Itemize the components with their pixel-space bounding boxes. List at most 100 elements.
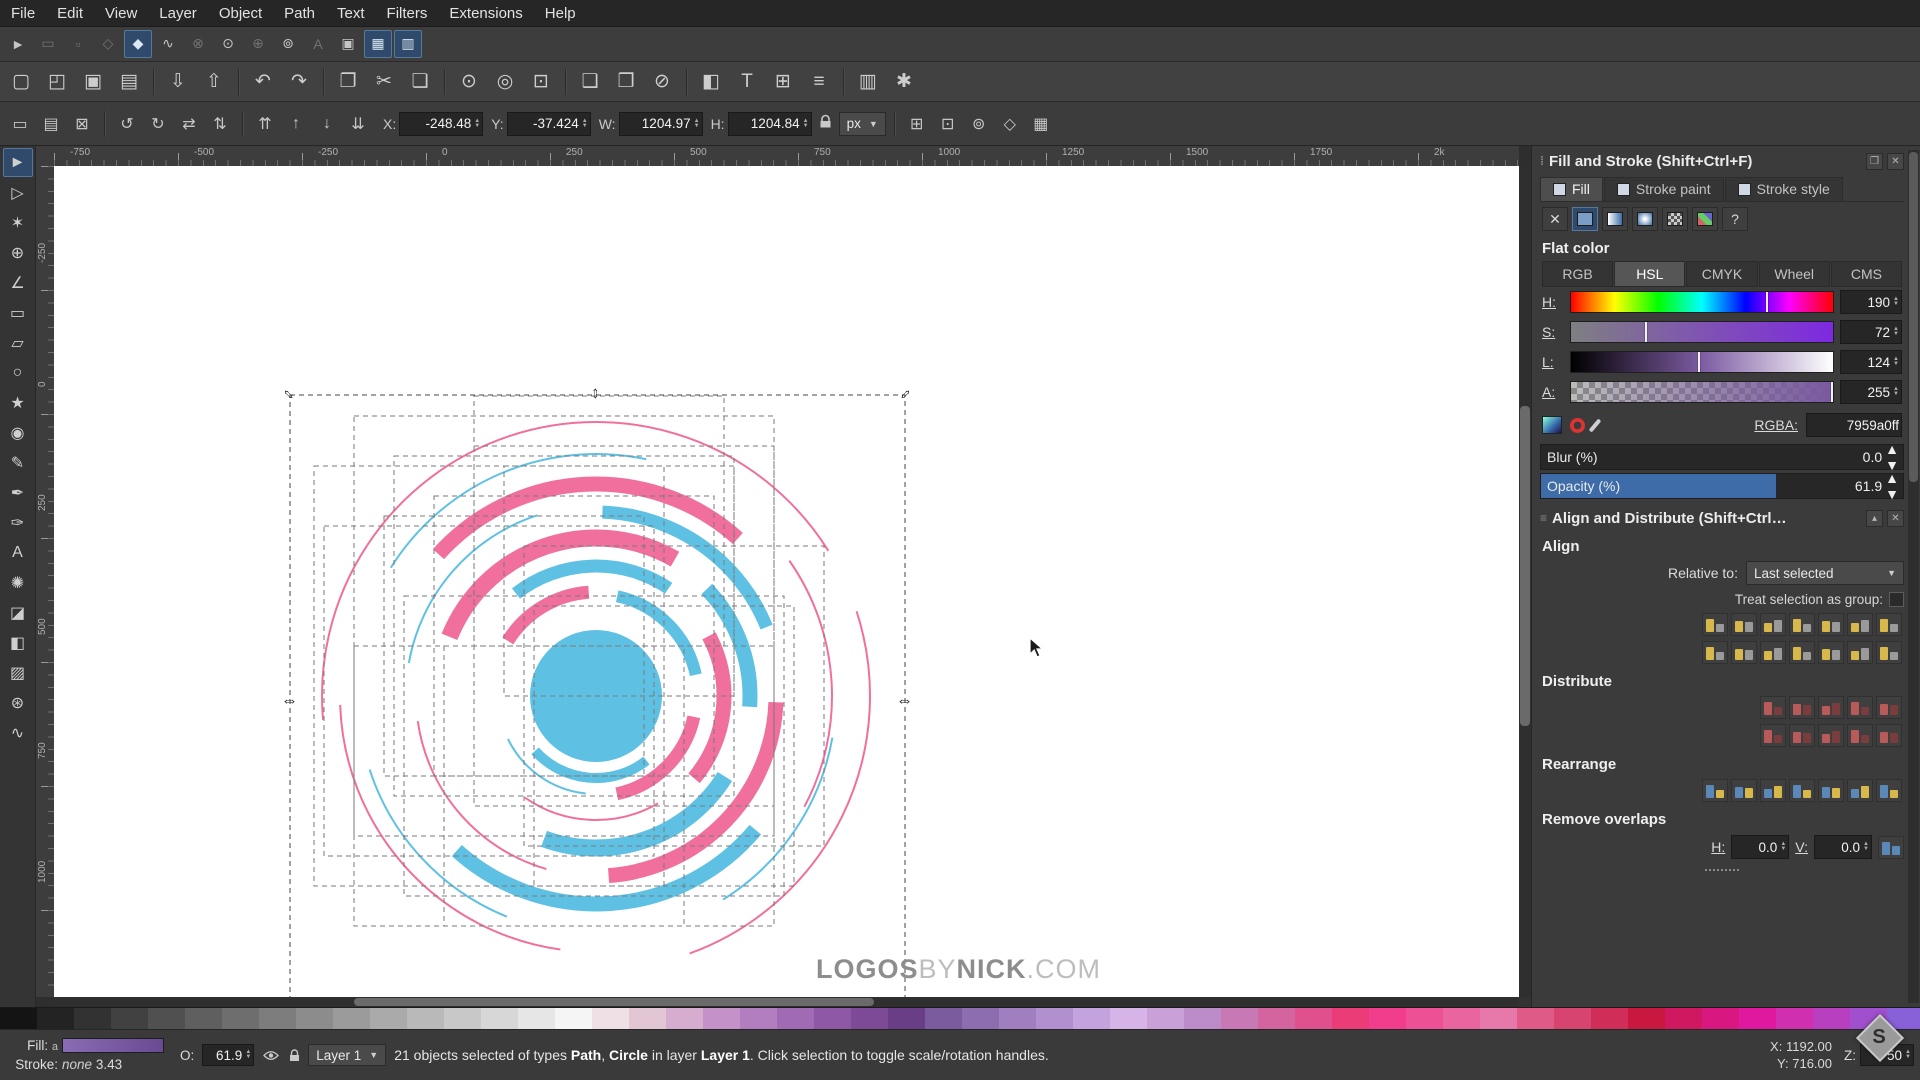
- align-text-left-button[interactable]: [1847, 612, 1873, 636]
- measure-tool[interactable]: ∠: [3, 268, 33, 297]
- spinner-icon[interactable]: ▲ ▼: [1885, 441, 1899, 473]
- palette-swatch[interactable]: [296, 1008, 333, 1030]
- paint-bucket-tool[interactable]: ◧: [3, 628, 33, 657]
- palette-swatch[interactable]: [1295, 1008, 1332, 1030]
- colorspace-tab-wheel[interactable]: Wheel: [1758, 261, 1830, 287]
- menu-object[interactable]: Object: [208, 0, 273, 26]
- remove-overlaps-icon-button[interactable]: [1876, 778, 1902, 802]
- layer-lock-icon[interactable]: [285, 1046, 303, 1064]
- fill-swatch[interactable]: [62, 1038, 164, 1053]
- paint-none-button[interactable]: ✕: [1542, 207, 1568, 231]
- align-left-edges-button[interactable]: [1731, 612, 1757, 636]
- palette-swatch[interactable]: [37, 1008, 74, 1030]
- rotate-cw-button[interactable]: ↻: [144, 110, 172, 138]
- palette-swatch[interactable]: [1480, 1008, 1517, 1030]
- randomize-centers-button[interactable]: [1818, 778, 1844, 802]
- raise-to-top-button[interactable]: ⇈: [251, 110, 279, 138]
- flip-horizontal-button[interactable]: ⇄: [175, 110, 203, 138]
- canvas[interactable]: ⇔ ⇔ ⇔ ⇔ ⇔ LOGOSBYNICK.COM: [54, 166, 1519, 997]
- snap-grid-icon[interactable]: ▦: [364, 29, 392, 58]
- y-field[interactable]: -37.424 ▲ ▼: [506, 111, 591, 136]
- vertical-ruler[interactable]: -250 0 250 500 750 1000: [36, 166, 55, 997]
- document-properties-button[interactable]: ▥: [851, 65, 885, 99]
- palette-swatch[interactable]: [0, 1008, 37, 1030]
- zoom-drawing-button[interactable]: ◎: [488, 65, 522, 99]
- palette-swatch[interactable]: [1406, 1008, 1443, 1030]
- menu-view[interactable]: View: [94, 0, 148, 26]
- palette-swatch[interactable]: [111, 1008, 148, 1030]
- distribute-bottom-edges-button[interactable]: [1818, 723, 1844, 747]
- palette-swatch[interactable]: [481, 1008, 518, 1030]
- palette-swatch[interactable]: [1258, 1008, 1295, 1030]
- colorspace-tab-cmyk[interactable]: CMYK: [1686, 261, 1758, 287]
- palette-swatch[interactable]: [222, 1008, 259, 1030]
- dropper-icon[interactable]: [1588, 417, 1602, 433]
- align-right-edges-button[interactable]: [1789, 612, 1815, 636]
- palette-swatch[interactable]: [74, 1008, 111, 1030]
- palette-swatch[interactable]: [1332, 1008, 1369, 1030]
- dock-collapse-button[interactable]: ▴: [1866, 509, 1883, 527]
- palette-swatch[interactable]: [1665, 1008, 1702, 1030]
- palette-swatch[interactable]: [777, 1008, 814, 1030]
- palette-swatch[interactable]: [925, 1008, 962, 1030]
- distribute-horizontal-gaps-button[interactable]: [1847, 695, 1873, 719]
- horizontal-ruler[interactable]: -750 -500 -250 0 250 500 750 1000 1250 1500 1750 2k: [54, 146, 1519, 167]
- selection-scale-handle[interactable]: ⇔: [896, 692, 913, 709]
- snap-text-baseline-icon[interactable]: A: [304, 30, 332, 58]
- exchange-in-stacking-order-button[interactable]: [1760, 778, 1786, 802]
- panel-scrollbar[interactable]: [1908, 150, 1919, 1003]
- preferences-button[interactable]: ✱: [887, 65, 921, 99]
- flip-vertical-button[interactable]: ⇅: [206, 110, 234, 138]
- palette-swatch[interactable]: [1184, 1008, 1221, 1030]
- snap-bbox-icon[interactable]: ▭: [34, 30, 62, 58]
- palette-swatch[interactable]: [1036, 1008, 1073, 1030]
- palette-swatch[interactable]: [592, 1008, 629, 1030]
- eraser-tool[interactable]: ◪: [3, 598, 33, 627]
- paint-unknown-button[interactable]: ?: [1722, 207, 1748, 231]
- snap-path-icon[interactable]: ∿: [154, 30, 182, 58]
- palette-swatch[interactable]: [999, 1008, 1036, 1030]
- save-button[interactable]: ▣: [76, 65, 110, 99]
- layer-visibility-icon[interactable]: [262, 1046, 280, 1064]
- distribute-left-edges-button[interactable]: [1760, 695, 1786, 719]
- paint-pattern-button[interactable]: [1662, 207, 1688, 231]
- palette-swatch[interactable]: [185, 1008, 222, 1030]
- snap-page-border-icon[interactable]: ▣: [334, 30, 362, 58]
- menu-file[interactable]: File: [0, 0, 46, 26]
- raise-button[interactable]: ↑: [282, 110, 310, 138]
- center-on-horizontal-axis-button[interactable]: [1760, 640, 1786, 664]
- palette-swatch[interactable]: [1443, 1008, 1480, 1030]
- rotate-ccw-button[interactable]: ↺: [113, 110, 141, 138]
- calligraphy-tool[interactable]: ✑: [3, 508, 33, 537]
- box3d-tool[interactable]: ▱: [3, 328, 33, 357]
- paint-linear-gradient-button[interactable]: [1602, 207, 1628, 231]
- colorspace-tab-hsl[interactable]: HSL: [1614, 261, 1686, 287]
- remove-overlaps-button[interactable]: [1878, 835, 1904, 859]
- saturation-slider[interactable]: [1570, 321, 1834, 343]
- palette-swatch[interactable]: [740, 1008, 777, 1030]
- align-dialog-button[interactable]: ≡: [802, 65, 836, 99]
- snap-bbox-edge-icon[interactable]: ▫: [64, 30, 92, 58]
- select-all-layers-button[interactable]: ▤: [37, 110, 65, 138]
- snap-center-icon[interactable]: ⊚: [274, 30, 302, 58]
- export-button[interactable]: ⇧: [197, 65, 231, 99]
- tab-fill[interactable]: Fill: [1540, 177, 1603, 201]
- menu-extensions[interactable]: Extensions: [438, 0, 533, 26]
- menu-text[interactable]: Text: [326, 0, 376, 26]
- align-top-edges-button[interactable]: [1731, 640, 1757, 664]
- layer-dropdown[interactable]: Layer 1 ▼: [308, 1044, 387, 1066]
- h-field[interactable]: 1204.84 ▲ ▼: [727, 111, 812, 136]
- palette-swatch[interactable]: [259, 1008, 296, 1030]
- saturation-slider-input[interactable]: 72 ▲ ▼: [1840, 320, 1902, 344]
- rgba-input[interactable]: 7959a0ff: [1806, 413, 1902, 437]
- snap-midpoint-icon[interactable]: ⊕: [244, 30, 272, 58]
- unlink-clone-button[interactable]: ⊘: [645, 65, 679, 99]
- snap-node-icon[interactable]: ◆: [124, 29, 152, 58]
- zoom-tool[interactable]: ⊕: [3, 238, 33, 267]
- align-right-to-left-anchor-button[interactable]: [1702, 612, 1728, 636]
- palette-swatch[interactable]: [962, 1008, 999, 1030]
- dropper-tool[interactable]: ⊛: [3, 688, 33, 717]
- align-bottom-to-top-anchor-button[interactable]: [1702, 640, 1728, 664]
- unclump-button[interactable]: [1847, 778, 1873, 802]
- menu-help[interactable]: Help: [534, 0, 587, 26]
